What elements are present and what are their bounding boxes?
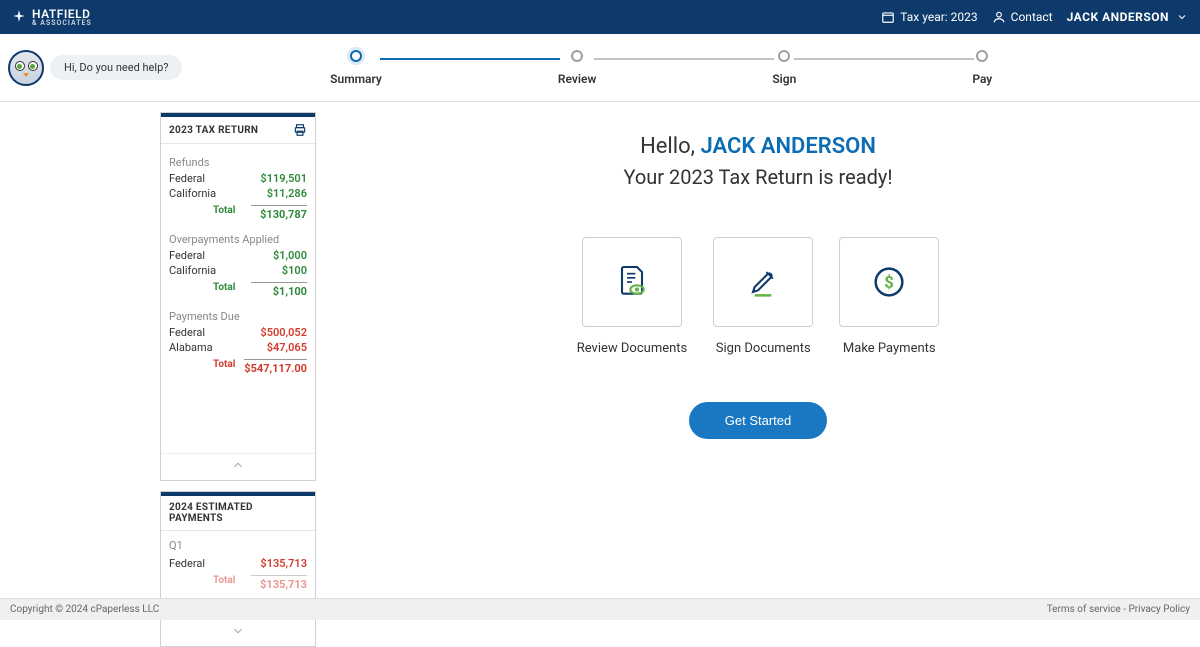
quarter-label: Q1 (169, 539, 307, 552)
get-started-button[interactable]: Get Started (689, 402, 827, 439)
copyright: Copyright © 2024 cPaperless LLC (10, 604, 159, 615)
print-icon[interactable] (293, 123, 307, 137)
step-line (594, 58, 774, 60)
total-row: Total$547,117.00 (169, 357, 307, 377)
step-review[interactable]: Review (558, 50, 596, 86)
action-label: Sign Documents (716, 341, 811, 356)
total-row: Total$130,787 (169, 203, 307, 223)
step-line (380, 58, 560, 60)
tax-year-label: Tax year: 2023 (900, 10, 977, 24)
action-cards: Review Documents Sign Documents $ (577, 237, 940, 356)
step-pay[interactable]: Pay (972, 50, 992, 86)
content: 2023 TAX RETURN Refunds Federal$119,501 … (0, 102, 1200, 647)
chevron-down-icon (231, 624, 245, 638)
document-review-icon (612, 262, 652, 302)
action-label: Make Payments (843, 341, 936, 356)
payment-icon: $ (869, 262, 909, 302)
step-line (794, 58, 974, 60)
user-menu[interactable]: JACK ANDERSON (1067, 10, 1188, 24)
estimated-payments-card: 2024 ESTIMATED PAYMENTS Q1 Federal$135,7… (160, 491, 316, 647)
sub-greeting: Your 2023 Tax Return is ready! (623, 165, 892, 189)
owl-avatar (8, 50, 44, 86)
svg-text:$: $ (884, 274, 894, 293)
table-row: Alabama$47,065 (169, 340, 307, 355)
total-row: Total$1,100 (169, 280, 307, 300)
brand-logo: HATFIELD & ASSOCIATES (12, 7, 92, 27)
greeting: Hello, JACK ANDERSON (640, 134, 876, 159)
terms-link[interactable]: Terms of service (1047, 604, 1121, 615)
helper-widget[interactable]: Hi, Do you need help? (8, 50, 182, 86)
table-row: Federal$1,000 (169, 248, 307, 263)
pen-sign-icon (743, 262, 783, 302)
footer: Copyright © 2024 cPaperless LLC Terms of… (0, 598, 1200, 620)
make-payments-action[interactable]: $ Make Payments (839, 237, 939, 356)
card-title: 2023 TAX RETURN (169, 125, 258, 136)
contact-label: Contact (1011, 10, 1053, 24)
total-row: Total$135,713 (169, 573, 307, 593)
collapse-button[interactable] (161, 453, 315, 480)
main-panel: Hello, JACK ANDERSON Your 2023 Tax Retur… (316, 112, 1200, 647)
app-header: HATFIELD & ASSOCIATES Tax year: 2023 Con… (0, 0, 1200, 34)
progress-steps: Summary Review Sign Pay (182, 50, 1200, 86)
brand-sub: & ASSOCIATES (32, 19, 92, 27)
sub-bar: Hi, Do you need help? Summary Review Sig… (0, 34, 1200, 102)
review-documents-action[interactable]: Review Documents (577, 237, 688, 356)
section-label: Overpayments Applied (169, 233, 307, 246)
privacy-link[interactable]: Privacy Policy (1128, 604, 1190, 615)
expand-button[interactable] (161, 619, 315, 646)
section-label: Payments Due (169, 310, 307, 323)
tax-return-card: 2023 TAX RETURN Refunds Federal$119,501 … (160, 112, 316, 481)
calendar-icon (881, 10, 895, 24)
step-summary[interactable]: Summary (330, 50, 382, 86)
table-row: Federal$119,501 (169, 171, 307, 186)
tax-year-selector[interactable]: Tax year: 2023 (881, 10, 977, 24)
chevron-down-icon (1176, 11, 1188, 23)
left-sidebar: 2023 TAX RETURN Refunds Federal$119,501 … (0, 112, 316, 647)
header-right: Tax year: 2023 Contact JACK ANDERSON (881, 10, 1188, 24)
step-sign[interactable]: Sign (772, 50, 796, 86)
brand-icon (12, 9, 26, 26)
table-row: California$11,286 (169, 186, 307, 201)
table-row: Federal$135,713 (169, 556, 307, 571)
sign-documents-action[interactable]: Sign Documents (713, 237, 813, 356)
table-row: California$100 (169, 263, 307, 278)
user-name: JACK ANDERSON (1067, 10, 1169, 24)
table-row: Federal$500,052 (169, 325, 307, 340)
person-icon (992, 10, 1006, 24)
chevron-up-icon (231, 458, 245, 472)
contact-link[interactable]: Contact (992, 10, 1053, 24)
card-title: 2024 ESTIMATED PAYMENTS (169, 502, 307, 524)
help-bubble: Hi, Do you need help? (50, 55, 182, 80)
action-label: Review Documents (577, 341, 688, 356)
section-label: Refunds (169, 156, 307, 169)
